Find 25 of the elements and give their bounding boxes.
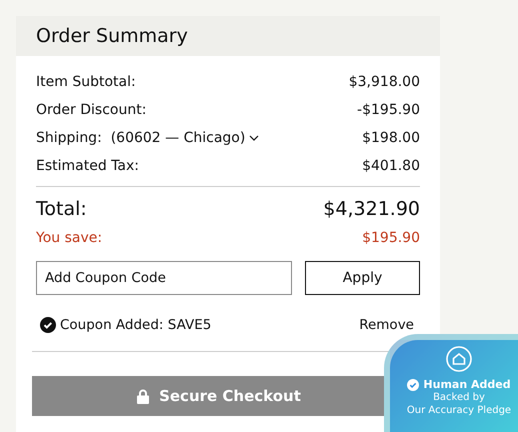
badge-title: Human Added [423, 378, 511, 391]
line-label: Estimated Tax: [36, 158, 139, 174]
line-label: Order Discount: [36, 102, 146, 118]
savings-amount: $195.90 [362, 230, 420, 246]
savings-label: You save: [36, 230, 102, 246]
check-circle-icon [407, 378, 420, 390]
remove-link[interactable]: Remove [359, 317, 414, 333]
home-icon [446, 346, 472, 372]
line-label: Item Subtotal: [36, 74, 136, 90]
shipping-selector[interactable]: Shipping: (60602 — Chicago) [36, 130, 260, 146]
badge-text: Our Accuracy Pledge [406, 404, 512, 417]
apply-button[interactable]: Apply [305, 261, 420, 295]
summary-title: Order Summary [36, 25, 188, 47]
coupon-field[interactable]: Add Coupon Code [36, 261, 292, 295]
line-amount: $401.80 [362, 158, 420, 174]
line-amount: -$195.90 [357, 102, 420, 118]
line-amount: $3,918.00 [348, 74, 420, 90]
badge-text: Backed by [433, 391, 485, 404]
total-label: Total: [36, 198, 87, 220]
lock-icon [137, 388, 150, 404]
total-amount: $4,321.90 [323, 198, 420, 220]
chevron-down-icon [249, 135, 260, 141]
check-circle-icon [40, 317, 56, 333]
coupon-status: Coupon Added: SAVE5 [60, 317, 212, 333]
line-amount: $198.00 [362, 130, 420, 146]
